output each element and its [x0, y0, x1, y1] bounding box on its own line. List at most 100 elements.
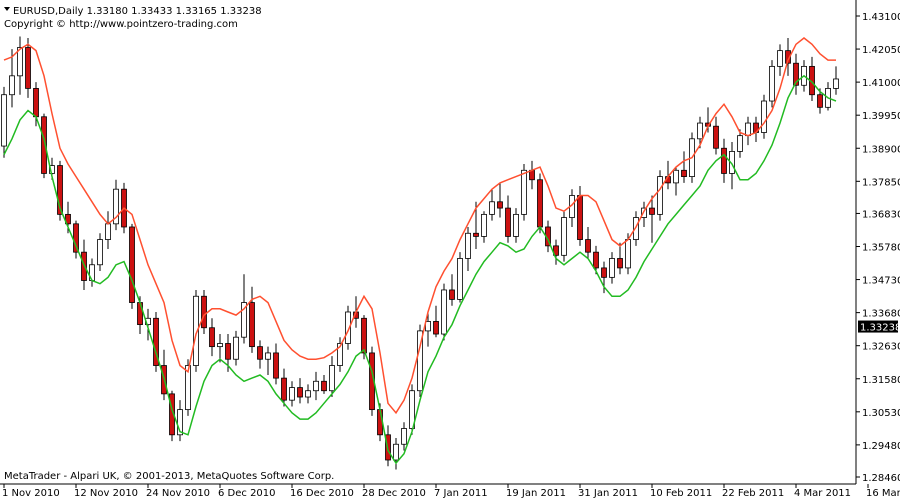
candle-body-bear [577, 195, 583, 240]
candle-body-bull [833, 78, 839, 89]
candle-body-bear [649, 207, 655, 215]
candle [537, 173, 543, 234]
y-tick-label: 1.31580 [862, 375, 900, 386]
candle-body-bear [721, 147, 727, 174]
candle-body-bear [449, 289, 455, 300]
candle-body-bear [281, 377, 287, 401]
candle-body-bull [481, 213, 487, 237]
candle-body-bull [401, 428, 407, 445]
y-tick-label: 1.34730 [862, 276, 900, 287]
candle-body-bear [593, 251, 599, 269]
x-tick-label: 16 Dec 2010 [290, 488, 354, 499]
candle-body-bull [609, 258, 615, 278]
y-tick-label: 1.29480 [862, 441, 900, 452]
candle-body-bull [393, 443, 399, 461]
candle-body-bear [73, 223, 79, 253]
candle-body-bear [201, 295, 207, 329]
candle-body-bull [233, 336, 239, 360]
x-tick-label: 6 Dec 2010 [218, 488, 276, 499]
candle-body-bull [313, 380, 319, 392]
candle-body-bear [433, 321, 439, 335]
y-tick-label: 1.39950 [862, 111, 900, 122]
candle-body-bull [9, 75, 15, 96]
candle-body-bull [745, 122, 751, 137]
candle-body-bear [601, 267, 607, 278]
y-tick-label: 1.28460 [862, 473, 900, 484]
candle-body-bear [129, 226, 135, 303]
candle-body-bear [681, 169, 687, 177]
candle-body-bear [713, 125, 719, 149]
candle [417, 324, 423, 398]
candle-body-bull [737, 135, 743, 152]
candle [769, 60, 775, 108]
candle-body-bear [617, 258, 623, 269]
candle-body-bull [465, 232, 471, 259]
y-tick-label: 1.36830 [862, 209, 900, 220]
candle-body-bull [777, 50, 783, 67]
candle [561, 211, 567, 262]
candle-body-bull [289, 387, 295, 401]
price-chart[interactable]: 1.43100 1.42050 1.41000 1.39950 1.38900 1.378… [0, 0, 900, 500]
candle-body-bull [305, 390, 311, 398]
x-tick-label: 16 Mar 2011 [866, 488, 900, 499]
candle-body-bull [761, 100, 767, 133]
x-tick-label: 7 Jan 2011 [434, 488, 488, 499]
candle-body-bear [505, 207, 511, 237]
candle-body-bear [297, 387, 303, 398]
candle-body-bear [249, 302, 255, 348]
candle-body-bear [321, 380, 327, 392]
candle-body-bear [257, 346, 263, 360]
candle-body-bull [521, 169, 527, 215]
y-tick-label: 1.33680 [862, 309, 900, 320]
chart-background [0, 0, 900, 500]
candle-body-bear [33, 88, 39, 118]
x-tick-label: 24 Nov 2010 [146, 488, 210, 499]
candle [457, 252, 463, 303]
candle-body-bull [697, 122, 703, 140]
candle-body-bull [265, 352, 271, 360]
symbol-info: EURUSD,Daily 1.33180 1.33433 1.33165 1.3… [13, 6, 262, 17]
candle-body-bull [625, 239, 631, 269]
candle-body-bull [217, 343, 223, 348]
x-tick-label: 28 Dec 2010 [362, 488, 426, 499]
x-tick-label: 10 Feb 2011 [650, 488, 712, 499]
candle-body-bull [513, 213, 519, 237]
current-price-label: 1.33238 [860, 323, 900, 334]
candle [129, 223, 135, 309]
y-tick-label: 1.35780 [862, 243, 900, 254]
chart-root[interactable]: 1.43100 1.42050 1.41000 1.39950 1.38900 1.378… [0, 0, 900, 500]
candle [201, 289, 207, 335]
candle-body-bear [225, 343, 231, 360]
y-tick-label: 1.38900 [862, 144, 900, 155]
candle-body-bull [673, 169, 679, 184]
candle-body-bear [473, 232, 479, 237]
y-tick-label: 1.30530 [862, 408, 900, 419]
x-tick-label: 22 Feb 2011 [722, 488, 784, 499]
candle-body-bear [537, 179, 543, 228]
candle-body-bull [1, 94, 7, 147]
candle [761, 94, 767, 139]
candle-body-bull [561, 217, 567, 256]
candle-body-bull [457, 258, 463, 300]
candle [153, 311, 159, 372]
candle-body-bear [817, 94, 823, 108]
x-tick-label: 12 Nov 2010 [74, 488, 138, 499]
footer-credit: MetaTrader - Alpari UK, © 2001-2013, Met… [4, 471, 334, 482]
candle-body-bull [105, 223, 111, 240]
candle-body-bear [585, 239, 591, 253]
candle-body-bear [209, 327, 215, 348]
candle-body-bear [361, 317, 367, 354]
y-tick-label: 1.41000 [862, 78, 900, 89]
candle-body-bull [489, 201, 495, 215]
candle-body-bull [769, 65, 775, 102]
x-tick-label: 19 Jan 2011 [506, 488, 566, 499]
y-tick-label: 1.42050 [862, 45, 900, 56]
x-tick-label: 31 Jan 2011 [578, 488, 638, 499]
x-tick-label: 4 Mar 2011 [794, 488, 851, 499]
candle [441, 283, 447, 341]
y-tick-label: 1.43100 [862, 12, 900, 23]
candle [657, 170, 663, 221]
candle-body-bull [97, 239, 103, 266]
y-tick-label: 1.37850 [862, 177, 900, 188]
candle-body-bull [329, 365, 335, 392]
